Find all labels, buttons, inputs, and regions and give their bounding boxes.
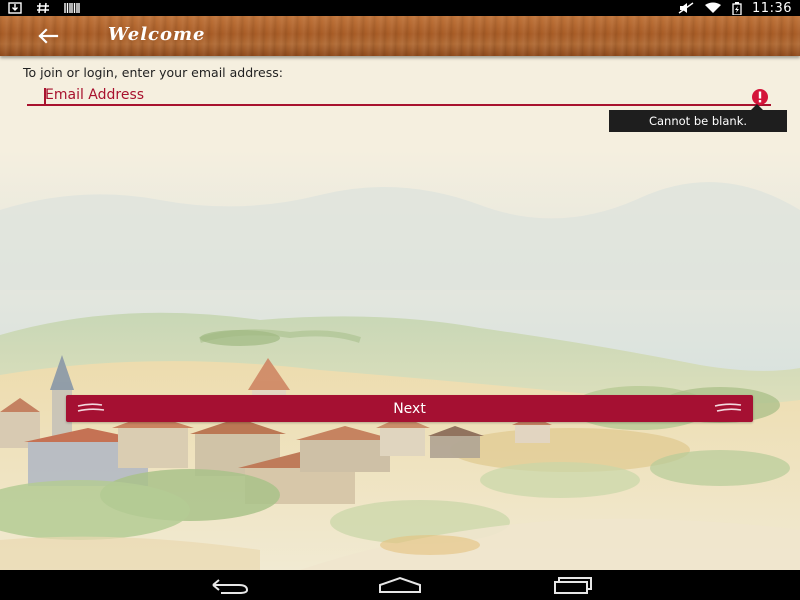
home-nav-icon (379, 576, 421, 593)
status-right-icons: 11:36 (678, 0, 792, 16)
app-toolbar: Welcome (0, 16, 800, 56)
next-button-label: Next (393, 400, 426, 417)
nav-recents-button[interactable] (548, 575, 596, 595)
email-field[interactable] (27, 86, 771, 106)
barcode-icon (64, 3, 80, 13)
status-left-icons (8, 0, 80, 16)
page-title: Welcome (108, 24, 206, 45)
back-nav-icon (212, 579, 249, 594)
recents-nav-icon (554, 577, 592, 594)
hash-icon (37, 2, 49, 14)
download-icon (8, 2, 22, 14)
mute-icon (678, 2, 694, 14)
next-button[interactable]: Next (66, 395, 753, 422)
status-bar: 11:36 (0, 0, 800, 16)
status-time: 11:36 (752, 0, 792, 16)
battery-charging-icon (732, 1, 742, 15)
arrow-back-icon (38, 28, 59, 44)
brush-stroke-right-icon (714, 403, 742, 412)
wifi-icon (705, 2, 722, 13)
email-error-tooltip: Cannot be blank. (609, 104, 787, 132)
nav-home-button[interactable] (376, 575, 424, 595)
text-cursor (44, 88, 46, 104)
back-button[interactable] (34, 24, 62, 48)
nav-back-button[interactable] (204, 575, 252, 595)
village-landscape-illustration (0, 150, 800, 570)
email-prompt-label: To join or login, enter your email addre… (23, 65, 283, 80)
system-nav-bar (0, 570, 800, 600)
brush-stroke-left-icon (77, 403, 105, 412)
app-screen: 11:36 Welcome To join or login, enter yo… (0, 0, 800, 600)
